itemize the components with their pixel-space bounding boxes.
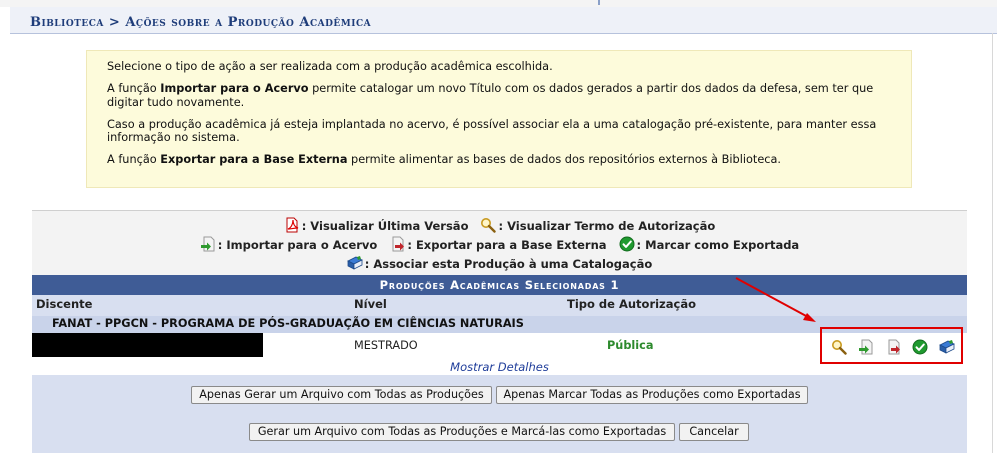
info-bold-export: Exportar para a Base Externa [160, 153, 348, 166]
legend-export: : Exportar para a Base Externa [389, 236, 607, 252]
col-tipo-autorizacao: Tipo de Autorização [567, 297, 696, 311]
row-nivel: MESTRADO [354, 339, 418, 352]
legend-label: : Marcar como Exportada [636, 238, 800, 252]
legend-label: : Importar para o Acervo [217, 238, 378, 252]
info-text: A função [107, 153, 161, 166]
legend-view-last: : Visualizar Última Versão [284, 217, 469, 233]
redacted-student-name [32, 333, 263, 357]
info-paragraph-1: Selecione o tipo de ação a ser realizada… [107, 60, 553, 73]
mark-exported-check-icon[interactable] [912, 339, 928, 355]
generate-file-all-button[interactable]: Apenas Gerar um Arquivo com Todas as Pro… [191, 386, 492, 404]
pdf-icon [286, 217, 299, 233]
export-to-external-icon[interactable] [885, 339, 901, 355]
program-name: FANAT - PPGCN - PROGRAMA DE PÓS-GRADUAÇÃ… [52, 317, 524, 330]
info-paragraph-4: A função Exportar para a Base Externa pe… [107, 153, 891, 167]
info-box: Selecione o tipo de ação a ser realizada… [86, 50, 912, 188]
legend-label: : Visualizar Última Versão [301, 219, 469, 233]
col-discente: Discente [36, 297, 93, 311]
legend-row-1: : Visualizar Última Versão : Visualizar … [32, 217, 967, 233]
breadcrumb-bar: Biblioteca > Ações sobre a Produção Acad… [10, 7, 997, 34]
breadcrumb: Biblioteca > Ações sobre a Produção Acad… [30, 15, 372, 30]
legend-row-2: : Importar para o Acervo : Exportar para… [32, 236, 967, 252]
cancel-button[interactable]: Cancelar [679, 423, 749, 441]
legend-label: : Exportar para a Base Externa [407, 238, 607, 252]
generate-and-mark-button[interactable]: Gerar um Arquivo com Todas as Produções … [249, 423, 675, 441]
legend-row-3: : Associar esta Produção à uma Catalogaç… [32, 255, 967, 271]
row-actions-highlight [820, 327, 963, 364]
magnifier-icon [481, 217, 497, 233]
legend-label: : Visualizar Termo de Autorização [498, 219, 716, 233]
info-paragraph-2: A função Importar para o Acervo permite … [107, 82, 891, 109]
catalog-book-icon [347, 255, 363, 270]
row-tipo-autorizacao: Pública [607, 339, 654, 352]
legend-view-term: : Visualizar Termo de Autorização [480, 217, 715, 233]
info-bold-import: Importar para o Acervo [160, 82, 309, 95]
check-icon [618, 236, 635, 252]
icon-legend: : Visualizar Última Versão : Visualizar … [32, 210, 967, 275]
mark-all-exported-button[interactable]: Apenas Marcar Todas as Produções como Ex… [496, 386, 808, 404]
import-icon [200, 236, 215, 252]
view-term-magnifier-icon[interactable] [831, 339, 847, 355]
import-to-collection-icon[interactable] [858, 339, 874, 355]
col-nivel: Nível [354, 297, 387, 311]
right-border [992, 33, 993, 453]
scroll-marker [598, 0, 600, 5]
info-text: permite alimentar as bases de dados dos … [347, 153, 782, 166]
export-icon [392, 236, 405, 252]
associate-catalog-icon[interactable] [939, 339, 955, 355]
legend-mark: : Marcar como Exportada [618, 236, 800, 252]
legend-associate: : Associar esta Produção à uma Catalogaç… [347, 255, 653, 271]
top-strip [0, 0, 997, 7]
panel-title: Produções Acadêmicas Selecionadas 1 [32, 275, 967, 295]
info-paragraph-3: Caso a produção acadêmica já esteja impl… [107, 117, 877, 145]
legend-label: : Associar esta Produção à uma Catalogaç… [364, 257, 653, 271]
legend-import: : Importar para o Acervo [200, 236, 378, 252]
info-text: A função [107, 82, 161, 95]
